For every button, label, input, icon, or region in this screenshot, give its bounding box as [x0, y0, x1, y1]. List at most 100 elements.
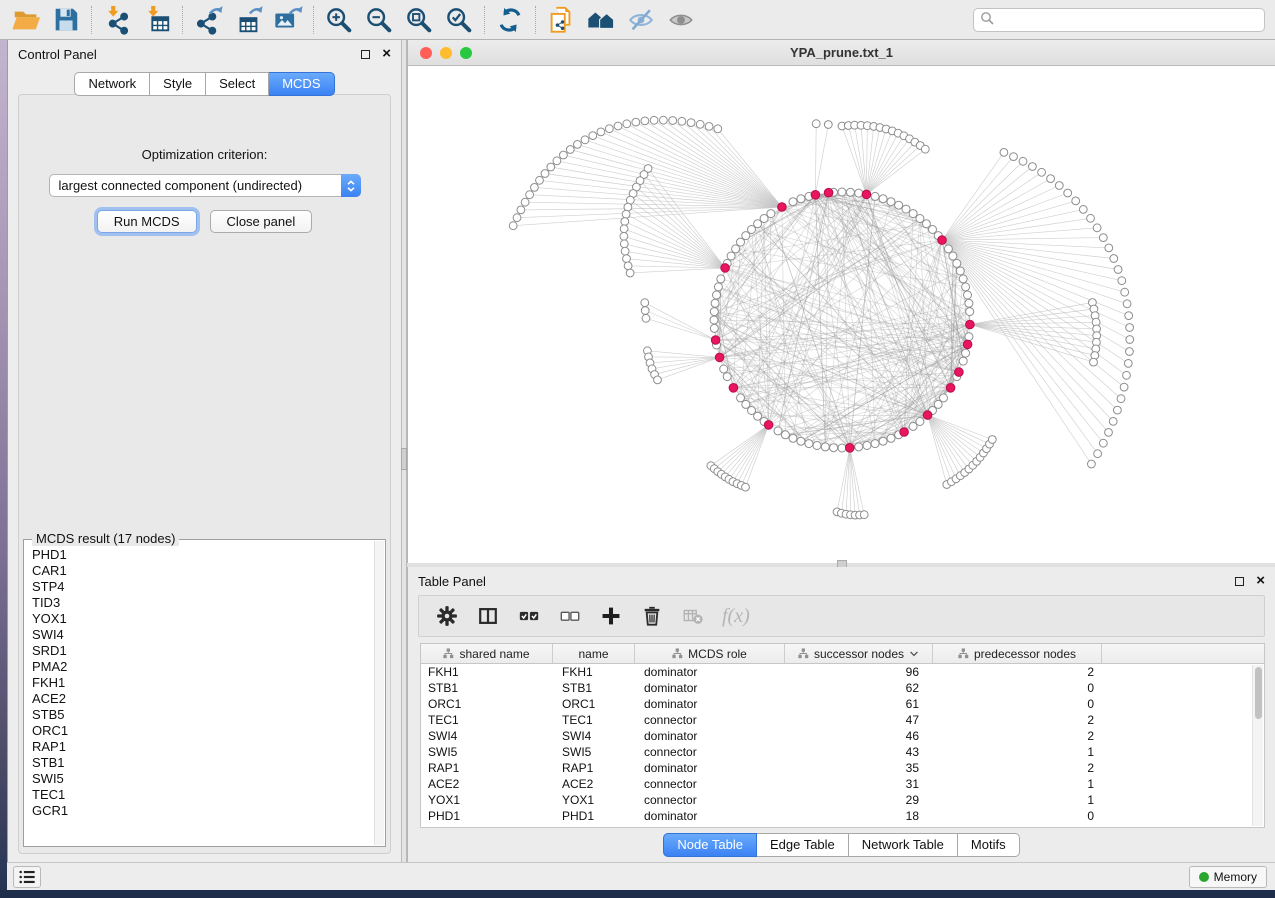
cell-predecessor-nodes: 1: [933, 744, 1102, 760]
network-graph[interactable]: [409, 66, 1275, 562]
cell-shared-name: ACE2: [421, 776, 553, 792]
import-network-button[interactable]: [97, 3, 137, 37]
memory-button[interactable]: Memory: [1189, 866, 1267, 888]
float-window-icon[interactable]: [1235, 577, 1244, 586]
mcds-result-item[interactable]: FKH1: [32, 675, 374, 691]
mcds-result-item[interactable]: STB1: [32, 755, 374, 771]
save-session-button[interactable]: [46, 3, 86, 37]
cell-shared-name: FKH1: [421, 664, 553, 680]
column-header-name[interactable]: name: [553, 644, 635, 663]
export-table-button[interactable]: [228, 3, 268, 37]
column-header-predecessor-nodes[interactable]: predecessor nodes: [933, 644, 1102, 663]
export-image-icon: [273, 5, 303, 35]
column-visibility-button[interactable]: [476, 604, 500, 628]
show-all-button[interactable]: [661, 3, 701, 37]
column-header-shared-name[interactable]: shared name: [421, 644, 553, 663]
import-table-icon: [142, 5, 172, 35]
tab-network[interactable]: Network: [74, 72, 150, 96]
first-neighbors-button[interactable]: [581, 3, 621, 37]
desktop-wallpaper-bottom: [0, 890, 1275, 898]
zoom-selected-button[interactable]: [439, 3, 479, 37]
close-panel-button[interactable]: Close panel: [210, 210, 313, 233]
column-attribute-icon: [443, 648, 454, 659]
table-row[interactable]: SWI4SWI4dominator462: [421, 728, 1264, 744]
search-input[interactable]: [994, 10, 1264, 30]
gear-button[interactable]: [435, 604, 459, 628]
mcds-result-item[interactable]: GCR1: [32, 803, 374, 819]
zoom-fit-button[interactable]: [399, 3, 439, 37]
scrollbar-thumb[interactable]: [1255, 667, 1262, 719]
tab-select[interactable]: Select: [206, 72, 269, 96]
table-row[interactable]: RAP1RAP1dominator352: [421, 760, 1264, 776]
mcds-result-item[interactable]: ACE2: [32, 691, 374, 707]
cell-shared-name: TEC1: [421, 712, 553, 728]
cell-successor-nodes: 31: [785, 776, 933, 792]
mcds-result-item[interactable]: TEC1: [32, 787, 374, 803]
table-scrollbar[interactable]: [1252, 665, 1263, 826]
table-row[interactable]: FKH1FKH1dominator962: [421, 664, 1264, 680]
screen: Control Panel × NetworkStyleSelectMCDS O…: [0, 0, 1275, 898]
show-panels-menu-button[interactable]: [13, 866, 41, 888]
close-panel-icon[interactable]: ×: [1256, 575, 1265, 587]
main-toolbar: [0, 0, 1275, 40]
mcds-tab-content: Optimization criterion: largest connecte…: [18, 94, 391, 854]
deselect-all-button[interactable]: [558, 604, 582, 628]
float-window-icon[interactable]: [361, 50, 370, 59]
add-column-button[interactable]: [599, 604, 623, 628]
window-zoom-traffic-light[interactable]: [460, 47, 472, 59]
table-row[interactable]: SWI5SWI5connector431: [421, 744, 1264, 760]
tab-node-table[interactable]: Node Table: [663, 833, 757, 857]
export-network-button[interactable]: [188, 3, 228, 37]
tab-edge-table[interactable]: Edge Table: [757, 833, 849, 857]
mcds-result-item[interactable]: SWI4: [32, 627, 374, 643]
mcds-result-item[interactable]: CAR1: [32, 563, 374, 579]
delete-column-button[interactable]: [640, 604, 664, 628]
open-file-button[interactable]: [6, 3, 46, 37]
mcds-result-item[interactable]: RAP1: [32, 739, 374, 755]
mcds-result-item[interactable]: STP4: [32, 579, 374, 595]
zoom-fit-icon: [404, 5, 434, 35]
mcds-result-item[interactable]: STB5: [32, 707, 374, 723]
window-minimize-traffic-light[interactable]: [440, 47, 452, 59]
copy-network-button[interactable]: [541, 3, 581, 37]
mcds-result-item[interactable]: SRD1: [32, 643, 374, 659]
table-row[interactable]: TEC1TEC1connector472: [421, 712, 1264, 728]
table-row[interactable]: PHD1PHD1dominator180: [421, 808, 1264, 824]
column-header-successor-nodes[interactable]: successor nodes: [785, 644, 933, 663]
mcds-result-item[interactable]: ORC1: [32, 723, 374, 739]
tab-mcds[interactable]: MCDS: [269, 72, 334, 96]
mcds-result-item[interactable]: YOX1: [32, 611, 374, 627]
hide-selected-button[interactable]: [621, 3, 661, 37]
cell-shared-name: ORC1: [421, 696, 553, 712]
memory-status-icon: [1199, 872, 1209, 882]
refresh-view-button[interactable]: [490, 3, 530, 37]
export-image-button[interactable]: [268, 3, 308, 37]
window-close-traffic-light[interactable]: [420, 47, 432, 59]
cell-MCDS-role: dominator: [635, 680, 785, 696]
table-row[interactable]: STB1STB1dominator620: [421, 680, 1264, 696]
zoom-out-button[interactable]: [359, 3, 399, 37]
mcds-result-item[interactable]: TID3: [32, 595, 374, 611]
optimization-criterion-dropdown[interactable]: largest connected component (undirected): [49, 174, 361, 197]
mcds-result-item[interactable]: SWI5: [32, 771, 374, 787]
column-attribute-icon: [672, 648, 683, 659]
network-canvas[interactable]: [409, 66, 1275, 562]
search-field[interactable]: [973, 8, 1265, 32]
zoom-in-button[interactable]: [319, 3, 359, 37]
table-row[interactable]: ACE2ACE2connector311: [421, 776, 1264, 792]
select-all-button[interactable]: [517, 604, 541, 628]
table-row[interactable]: ORC1ORC1dominator610: [421, 696, 1264, 712]
mcds-result-item[interactable]: PMA2: [32, 659, 374, 675]
table-row[interactable]: YOX1YOX1connector291: [421, 792, 1264, 808]
column-header-MCDS-role[interactable]: MCDS role: [635, 644, 785, 663]
tab-motifs[interactable]: Motifs: [958, 833, 1020, 857]
run-mcds-button[interactable]: Run MCDS: [97, 210, 197, 233]
tab-network-table[interactable]: Network Table: [849, 833, 958, 857]
result-list-scrollbar[interactable]: [374, 541, 384, 845]
mcds-result-item[interactable]: PHD1: [32, 547, 374, 563]
sort-caret-icon: [909, 649, 919, 659]
import-table-button[interactable]: [137, 3, 177, 37]
cell-predecessor-nodes: 0: [933, 680, 1102, 696]
tab-style[interactable]: Style: [150, 72, 206, 96]
close-panel-icon[interactable]: ×: [382, 48, 391, 60]
